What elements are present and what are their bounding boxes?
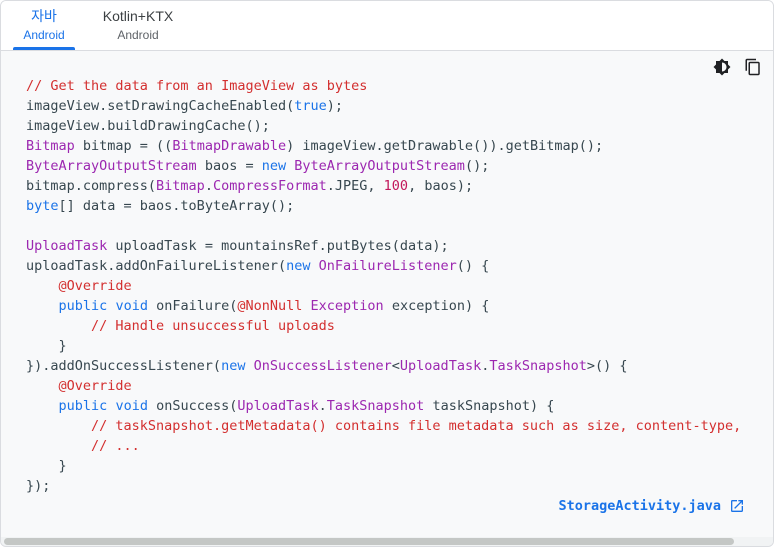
code-type: Bitmap bbox=[156, 178, 205, 194]
code-keyword: new bbox=[221, 358, 246, 374]
code-type: UploadTask bbox=[26, 238, 108, 254]
code-text: , baos); bbox=[408, 178, 474, 194]
code-type: UploadTask bbox=[237, 398, 319, 414]
code-text: ) imageView.getDrawable()).getBitmap(); bbox=[286, 138, 604, 154]
code-text: } bbox=[26, 338, 67, 354]
code-sample-widget: 자바 Android Kotlin+KTX Android // Get the… bbox=[0, 0, 774, 547]
code-text: uploadTask = mountainsRef.putBytes(data)… bbox=[107, 238, 449, 254]
code-type: Exception bbox=[310, 298, 384, 314]
tab-kotlin-subtitle: Android bbox=[117, 28, 159, 42]
code-text: baos = bbox=[196, 158, 262, 174]
code-text: taskSnapshot) { bbox=[424, 398, 555, 414]
open-in-new-icon bbox=[731, 500, 743, 512]
code-text: }).addOnSuccessListener( bbox=[26, 358, 222, 374]
language-tab-bar: 자바 Android Kotlin+KTX Android bbox=[1, 1, 773, 51]
code-comment: // Get the data from an ImageView as byt… bbox=[26, 78, 368, 94]
brightness-icon bbox=[713, 58, 731, 76]
tab-java-title: 자바 bbox=[31, 8, 57, 24]
code-text: .JPEG, bbox=[326, 178, 384, 194]
tab-java-subtitle: Android bbox=[23, 28, 65, 42]
code-type: Bitmap bbox=[26, 138, 75, 154]
code-listing: // Get the data from an ImageView as byt… bbox=[26, 76, 741, 496]
tab-java[interactable]: 자바 Android bbox=[13, 1, 75, 50]
code-text: () { bbox=[456, 258, 490, 274]
code-type: BitmapDrawable bbox=[172, 138, 287, 154]
code-text: >() { bbox=[586, 358, 628, 374]
code-type: CompressFormat bbox=[212, 178, 327, 194]
source-file-link[interactable]: StorageActivity.java bbox=[558, 498, 745, 514]
code-annotation: @Override bbox=[58, 378, 132, 394]
code-text: }); bbox=[26, 478, 51, 494]
code-keyword: void bbox=[115, 298, 148, 314]
code-keyword: void bbox=[115, 398, 148, 414]
code-keyword: true bbox=[294, 98, 327, 114]
code-text: onFailure( bbox=[147, 298, 238, 314]
theme-toggle-button[interactable] bbox=[711, 56, 733, 78]
code-type: OnSuccessListener bbox=[253, 358, 392, 374]
code-text: exception) { bbox=[383, 298, 490, 314]
code-text: (); bbox=[464, 158, 490, 174]
code-text: bitmap = (( bbox=[74, 138, 173, 154]
code-text: onSuccess( bbox=[147, 398, 238, 414]
code-keyword: public bbox=[58, 298, 108, 314]
code-type: TaskSnapshot bbox=[489, 358, 587, 374]
code-text: imageView.buildDrawingCache(); bbox=[26, 118, 270, 134]
code-text: ); bbox=[326, 98, 343, 114]
code-text: < bbox=[391, 358, 400, 374]
code-annotation: @Override bbox=[58, 278, 132, 294]
code-annotation: @NonNull bbox=[237, 298, 303, 314]
code-keyword: new bbox=[286, 258, 311, 274]
code-type: ByteArrayOutputStream bbox=[294, 158, 465, 174]
code-type: UploadTask bbox=[399, 358, 482, 374]
tab-kotlin-ktx[interactable]: Kotlin+KTX Android bbox=[93, 1, 183, 50]
code-text: . bbox=[318, 398, 327, 414]
copy-icon bbox=[745, 58, 760, 76]
code-text: . bbox=[204, 178, 213, 194]
code-type: OnFailureListener bbox=[318, 258, 457, 274]
code-comment: // Handle unsuccessful uploads bbox=[91, 318, 335, 334]
horizontal-scrollbar[interactable] bbox=[1, 537, 773, 546]
code-text: imageView.setDrawingCacheEnabled( bbox=[26, 98, 295, 114]
code-number: 100 bbox=[383, 178, 409, 194]
code-comment: // taskSnapshot.getMetadata() contains f… bbox=[91, 418, 742, 434]
code-comment: // ... bbox=[91, 438, 140, 454]
code-keyword: new bbox=[261, 158, 287, 174]
copy-code-button[interactable] bbox=[742, 56, 764, 78]
code-block: // Get the data from an ImageView as byt… bbox=[1, 51, 773, 537]
active-tab-indicator bbox=[13, 47, 75, 50]
scrollbar-thumb[interactable] bbox=[4, 538, 734, 545]
code-keyword: public bbox=[58, 398, 108, 414]
code-text: uploadTask.addOnFailureListener( bbox=[26, 258, 287, 274]
code-type: ByteArrayOutputStream bbox=[26, 158, 197, 174]
code-text: bitmap.compress( bbox=[26, 178, 157, 194]
tab-kotlin-title: Kotlin+KTX bbox=[102, 8, 174, 24]
code-type: TaskSnapshot bbox=[326, 398, 425, 414]
code-text: [] data = baos.toByteArray(); bbox=[58, 198, 295, 214]
code-text: } bbox=[26, 458, 67, 474]
code-keyword: byte bbox=[26, 198, 59, 214]
source-file-label: StorageActivity.java bbox=[558, 498, 721, 514]
